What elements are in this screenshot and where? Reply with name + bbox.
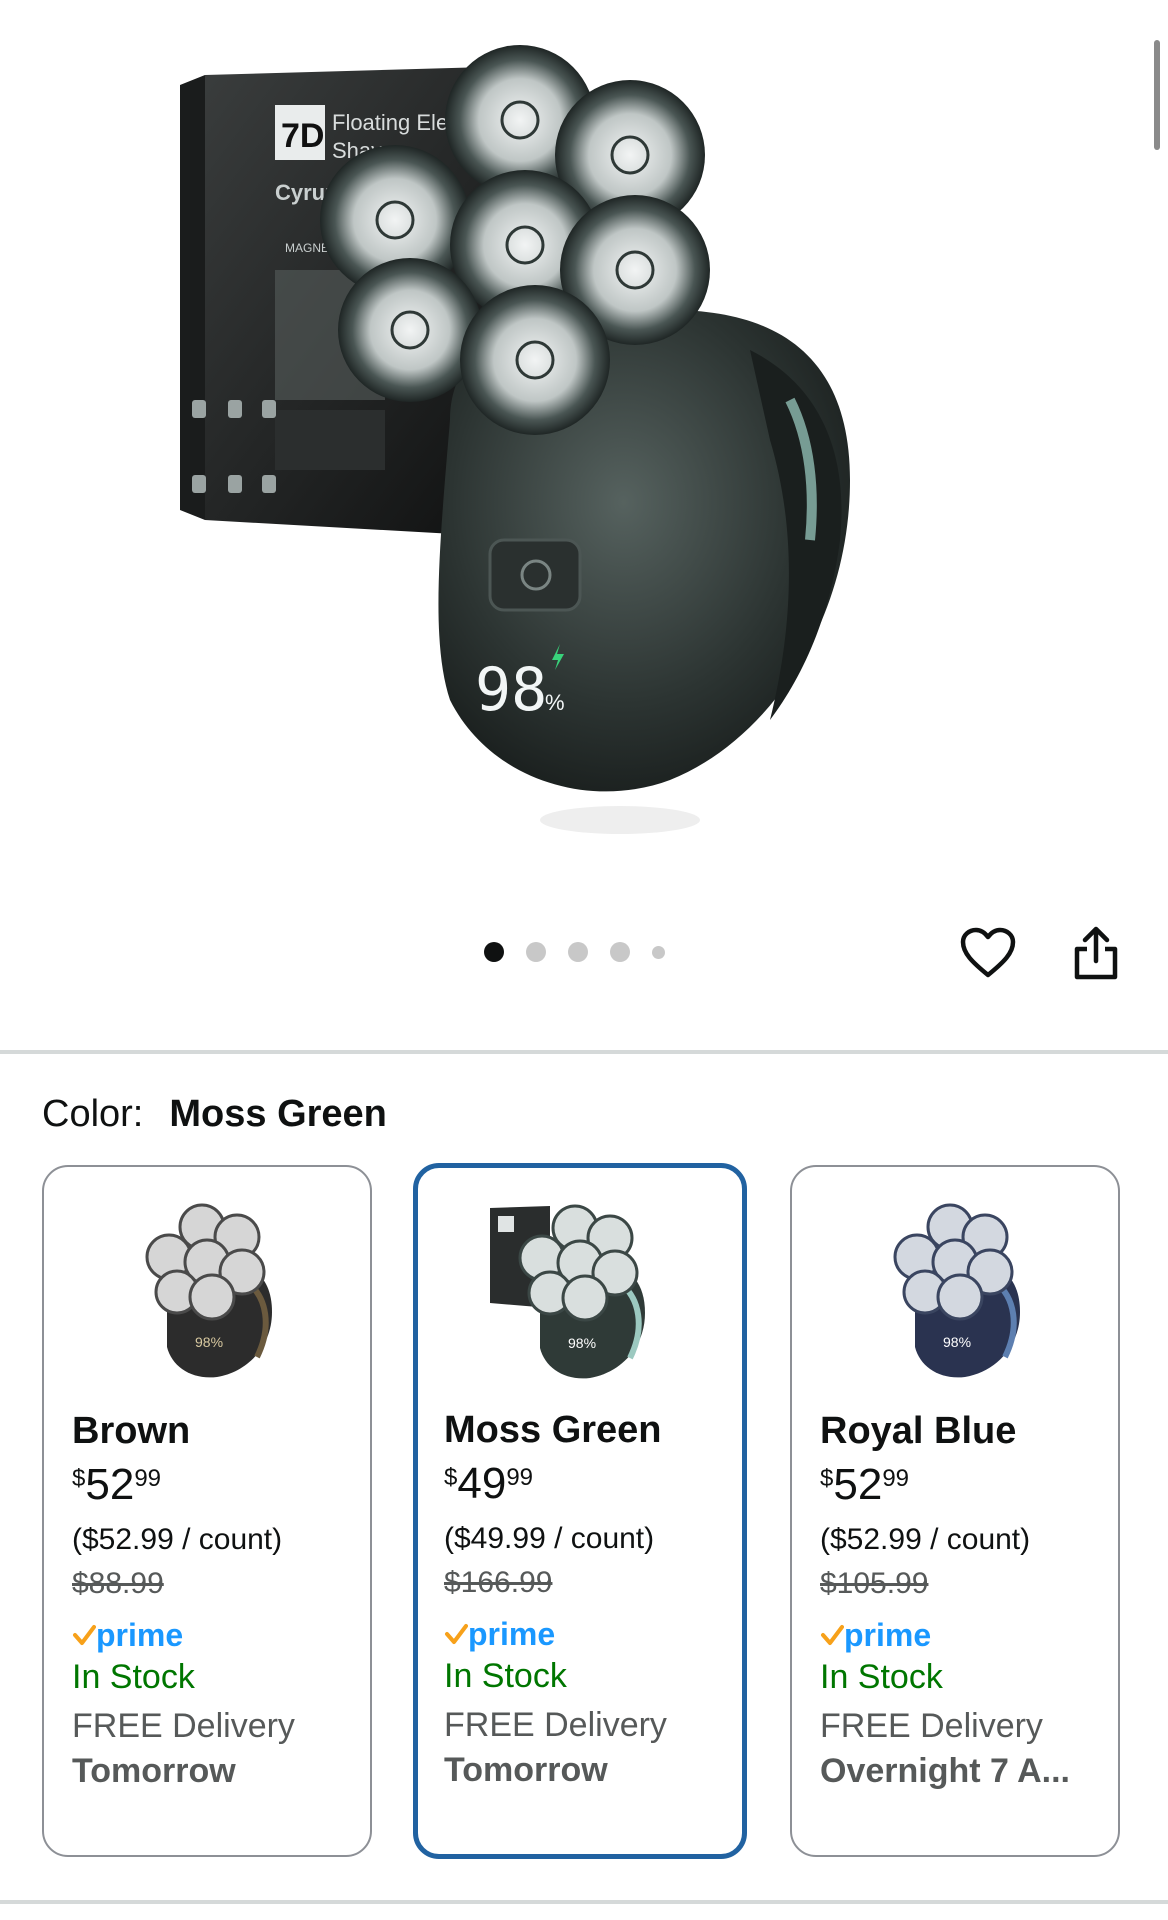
share-icon [1074,926,1118,980]
prime-logo-text: prime [844,1616,932,1653]
pagination-dot-1[interactable] [484,942,504,962]
svg-text:98%: 98% [568,1335,596,1351]
prime-badge: prime [72,1615,358,1655]
variant-name: Moss Green [444,1409,662,1451]
color-label: Color: [42,1093,144,1135]
variant-name: Brown [72,1410,191,1452]
availability-status: In Stock [820,1658,943,1696]
prime-check-icon [73,1625,96,1645]
availability-status: In Stock [72,1658,195,1696]
section-divider [0,1050,1168,1054]
image-pagination[interactable] [484,942,665,962]
delivery-date: Overnight 7 A... [820,1753,1071,1789]
color-selector-label: Color: Moss Green [42,1093,387,1136]
delivery-info: FREE Delivery [72,1707,295,1745]
variant-list-price: $88.99 [72,1567,164,1600]
svg-text:%: % [545,690,565,715]
delivery-info: FREE Delivery [444,1706,667,1744]
prime-check-icon [445,1624,468,1644]
product-main-image[interactable]: 7D Floating Electr Shaver Cyruzi MAGNETI… [150,20,1010,860]
delivery-date: Tomorrow [72,1753,236,1789]
selected-color-value: Moss Green [169,1093,387,1135]
display-readout: 98 [475,655,547,725]
pagination-dot-5[interactable] [652,945,665,959]
variant-card-royal-blue[interactable]: 98% Royal Blue $52 99 ($52.99 / count) $1… [790,1165,1120,1857]
availability-status: In Stock [444,1657,567,1695]
variant-thumbnail: 98% [792,1187,1118,1387]
variant-list-price: $105.99 [820,1567,929,1600]
variant-unit-price: ($49.99 / count) [444,1522,655,1555]
variant-thumbnail: 98% [418,1188,742,1388]
prime-logo-text: prime [468,1615,556,1652]
share-button[interactable] [1065,922,1127,984]
prime-badge: prime [444,1614,730,1654]
svg-text:98%: 98% [195,1334,223,1350]
variant-price: $52 99 [820,1460,910,1509]
variant-price: $49 99 [444,1459,534,1508]
prime-badge: prime [820,1615,1106,1655]
heart-icon [960,927,1016,978]
pagination-dot-2[interactable] [526,942,546,962]
section-divider-bottom [0,1900,1168,1904]
variant-list-price: $166.99 [444,1566,553,1599]
pagination-dot-4[interactable] [610,942,630,962]
product-image-gallery[interactable]: 7D Floating Electr Shaver Cyruzi MAGNETI… [0,0,1168,900]
variant-unit-price: ($52.99 / count) [820,1523,1031,1556]
delivery-info: FREE Delivery [820,1707,1043,1745]
svg-text:98%: 98% [943,1334,971,1350]
prime-check-icon [821,1625,844,1645]
variant-name: Royal Blue [820,1410,1017,1452]
variant-price: $52 99 [72,1460,162,1509]
variant-card-moss-green[interactable]: 98% Moss Green $49 99 ($49.99 / count) $1… [413,1163,747,1859]
variant-thumbnail: 98% [44,1187,370,1387]
prime-logo-text: prime [96,1616,184,1653]
wishlist-button[interactable] [957,922,1019,984]
pagination-dot-3[interactable] [568,942,588,962]
box-7d-text: 7D [281,117,324,155]
delivery-date: Tomorrow [444,1752,608,1788]
variant-card-brown[interactable]: 98% Brown $52 99 ($52.99 / count) $88.99 … [42,1165,372,1857]
variant-unit-price: ($52.99 / count) [72,1523,283,1556]
